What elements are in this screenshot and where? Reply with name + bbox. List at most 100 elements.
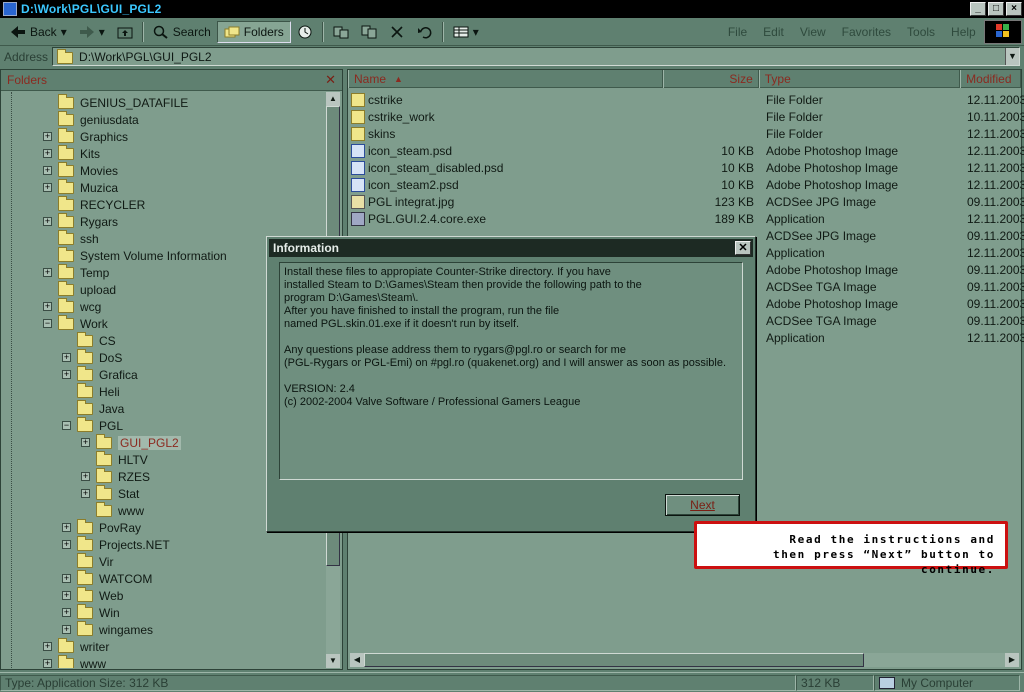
menu-edit[interactable]: Edit <box>755 25 792 39</box>
address-dropdown-button[interactable]: ▼ <box>1005 48 1019 65</box>
folder-tree-item[interactable]: + Grafica <box>62 365 138 383</box>
folder-tree-item[interactable]: + Temp <box>43 263 109 281</box>
folder-tree-item[interactable]: − PGL <box>62 416 123 434</box>
expand-icon[interactable]: + <box>62 608 71 617</box>
dialog-close-button[interactable]: ✕ <box>735 241 751 255</box>
search-button[interactable]: Search <box>147 21 217 43</box>
folder-tree-item[interactable]: + Stat <box>81 484 139 502</box>
folder-tree-item[interactable]: geniusdata <box>58 110 139 128</box>
views-button[interactable]: ▾ <box>447 21 485 43</box>
folder-tree-item[interactable]: CS <box>77 331 116 349</box>
scroll-right-arrow-icon[interactable]: ▶ <box>1005 653 1019 667</box>
close-window-button[interactable]: × <box>1006 2 1022 16</box>
file-row[interactable]: PGL integrat.jpg <box>351 193 454 210</box>
folder-tree-item[interactable]: GENIUS_DATAFILE <box>58 93 188 111</box>
file-row[interactable]: skins <box>351 125 395 142</box>
history-button[interactable] <box>291 21 319 43</box>
column-header-type[interactable]: Type <box>758 70 961 88</box>
expand-icon[interactable]: + <box>43 302 52 311</box>
column-header-modified[interactable]: Modified <box>960 70 1021 88</box>
address-input[interactable]: D:\Work\PGL\GUI_PGL2 ▼ <box>52 47 1020 66</box>
column-header-name[interactable]: Name ▲ <box>348 70 664 88</box>
copy-to-button[interactable] <box>355 21 383 43</box>
scrollbar-thumb[interactable] <box>364 653 864 667</box>
folder-tree-item[interactable]: + RZES <box>81 467 150 485</box>
expand-icon[interactable]: + <box>81 472 90 481</box>
folder-tree-item[interactable]: + GUI_PGL2 <box>81 433 181 451</box>
back-button[interactable]: Back ▾ <box>4 21 73 43</box>
expand-icon[interactable]: + <box>43 166 52 175</box>
expand-icon[interactable]: + <box>43 268 52 277</box>
expand-icon[interactable]: + <box>43 217 52 226</box>
expand-icon[interactable]: + <box>62 591 71 600</box>
column-header-size[interactable]: Size <box>663 70 759 88</box>
menu-file[interactable]: File <box>720 25 755 39</box>
folder-tree-item[interactable]: + Kits <box>43 144 100 162</box>
folder-tree-item[interactable]: + WATCOM <box>62 569 152 587</box>
next-button[interactable]: Next <box>665 494 740 516</box>
folder-tree-item[interactable]: + www <box>43 654 106 668</box>
expand-icon[interactable]: + <box>62 370 71 379</box>
folder-tree-item[interactable]: + Muzica <box>43 178 118 196</box>
folder-tree-item[interactable]: Java <box>77 399 124 417</box>
folder-tree-item[interactable]: HLTV <box>96 450 148 468</box>
move-to-button[interactable] <box>327 21 355 43</box>
delete-button[interactable] <box>383 21 411 43</box>
folder-tree-item[interactable]: + Win <box>62 603 120 621</box>
folder-tree-item[interactable]: + Movies <box>43 161 118 179</box>
chevron-down-icon[interactable]: ▾ <box>473 25 479 39</box>
menu-favorites[interactable]: Favorites <box>834 25 899 39</box>
file-row[interactable]: cstrike <box>351 91 403 108</box>
folder-tree-item[interactable]: Vir <box>77 552 113 570</box>
expand-icon[interactable]: + <box>62 523 71 532</box>
close-icon[interactable]: ✕ <box>325 72 336 88</box>
scroll-left-arrow-icon[interactable]: ◀ <box>350 653 364 667</box>
folder-tree-item[interactable]: www <box>96 501 144 519</box>
folder-tree-item[interactable]: + wingames <box>62 620 153 638</box>
folder-tree-item[interactable]: + Rygars <box>43 212 118 230</box>
expand-icon[interactable]: + <box>43 659 52 668</box>
folder-tree-item[interactable]: + Projects.NET <box>62 535 170 553</box>
file-row[interactable]: cstrike_work <box>351 108 435 125</box>
folder-tree-item[interactable]: RECYCLER <box>58 195 145 213</box>
chevron-down-icon[interactable]: ▾ <box>61 25 67 39</box>
folder-tree-item[interactable]: − Work <box>43 314 108 332</box>
menu-tools[interactable]: Tools <box>899 25 943 39</box>
forward-button[interactable]: ▾ <box>73 21 111 43</box>
expand-icon[interactable]: + <box>81 438 90 447</box>
expand-icon[interactable]: + <box>62 540 71 549</box>
file-row[interactable]: icon_steam.psd <box>351 142 452 159</box>
folder-tree-item[interactable]: Heli <box>77 382 120 400</box>
folder-tree-item[interactable]: + Web <box>62 586 123 604</box>
expand-icon[interactable]: + <box>62 574 71 583</box>
minimize-button[interactable]: _ <box>970 2 986 16</box>
folder-tree-item[interactable]: + Graphics <box>43 127 128 145</box>
files-horizontal-scrollbar[interactable]: ◀ ▶ <box>350 653 1019 667</box>
collapse-icon[interactable]: − <box>43 319 52 328</box>
folder-tree-item[interactable]: + PovRay <box>62 518 141 536</box>
expand-icon[interactable]: + <box>43 132 52 141</box>
scroll-down-arrow-icon[interactable]: ▼ <box>326 654 340 668</box>
folder-tree-item[interactable]: upload <box>58 280 116 298</box>
expand-icon[interactable]: + <box>81 489 90 498</box>
chevron-down-icon[interactable]: ▾ <box>99 25 105 39</box>
folder-tree-item[interactable]: + wcg <box>43 297 101 315</box>
folders-button[interactable]: Folders <box>216 20 291 43</box>
maximize-button[interactable]: □ <box>988 2 1004 16</box>
menu-help[interactable]: Help <box>943 25 984 39</box>
expand-icon[interactable]: + <box>43 642 52 651</box>
collapse-icon[interactable]: − <box>62 421 71 430</box>
file-row[interactable]: PGL.GUI.2.4.core.exe <box>351 210 486 227</box>
expand-icon[interactable]: + <box>62 353 71 362</box>
expand-icon[interactable]: + <box>43 183 52 192</box>
folder-tree-item[interactable]: ssh <box>58 229 99 247</box>
folder-tree-item[interactable]: + writer <box>43 637 109 655</box>
expand-icon[interactable]: + <box>43 149 52 158</box>
file-row[interactable]: icon_steam2.psd <box>351 176 459 193</box>
folder-tree-item[interactable]: System Volume Information <box>58 246 227 264</box>
up-folder-button[interactable] <box>111 21 139 43</box>
undo-button[interactable] <box>411 21 439 43</box>
expand-icon[interactable]: + <box>62 625 71 634</box>
folder-tree-item[interactable]: + DoS <box>62 348 122 366</box>
file-row[interactable]: icon_steam_disabled.psd <box>351 159 503 176</box>
